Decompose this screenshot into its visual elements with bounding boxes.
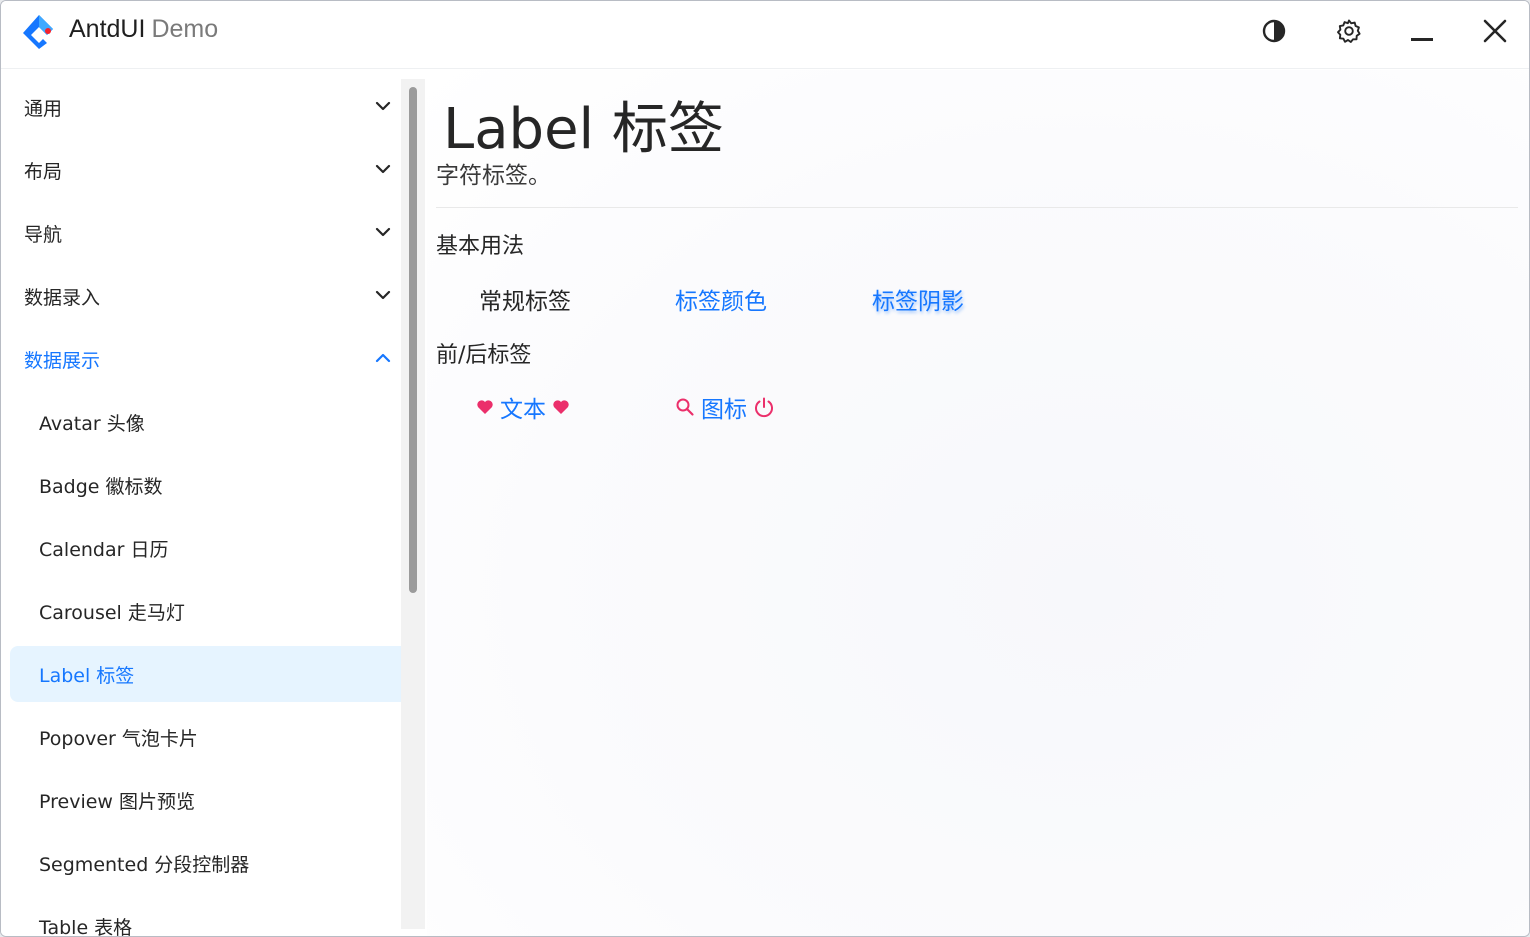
menu-group-data-entry[interactable]: 数据录入 <box>10 268 424 324</box>
label-with-icons: 图标 <box>675 390 775 424</box>
sidebar-menu: 通用 布局 导航 数据录入 数据展示 Avatar 头像 Badge 徽标数 C… <box>1 70 427 937</box>
label-shadow: 标签阴影 <box>872 289 964 315</box>
menu-item-label: 数据展示 <box>24 349 101 372</box>
menu-item-label: Preview 图片预览 <box>39 790 195 813</box>
label-colored: 标签颜色 <box>675 289 767 315</box>
menu-item-label: Carousel 走马灯 <box>39 601 185 624</box>
section-title-basic: 基本用法 <box>436 234 525 259</box>
power-icon <box>755 397 773 418</box>
menu-item-label: 布局 <box>24 160 63 183</box>
app-title-main: AntdUI <box>69 15 146 43</box>
label-text: 图标 <box>701 397 747 423</box>
chevron-down-icon <box>375 101 391 111</box>
chevron-down-icon <box>375 227 391 237</box>
menu-item-label: Badge 徽标数 <box>39 475 163 498</box>
menu-item-label: 数据录入 <box>24 286 101 309</box>
app-title: AntdUI Demo <box>69 15 218 44</box>
title-bar: AntdUI Demo <box>1 1 1529 69</box>
menu-group-general[interactable]: 通用 <box>10 79 424 135</box>
minimize-button[interactable] <box>1396 9 1448 53</box>
menu-item-label: Popover 气泡卡片 <box>39 727 198 750</box>
search-icon <box>676 398 694 416</box>
theme-toggle-button[interactable] <box>1248 9 1300 53</box>
theme-toggle-icon <box>1262 19 1286 43</box>
menu-item-label: 导航 <box>24 223 63 246</box>
menu-group-data-display[interactable]: 数据展示 <box>10 331 424 387</box>
menu-item-label: 通用 <box>24 97 63 120</box>
heart-icon <box>477 400 493 414</box>
menu-item-carousel[interactable]: Carousel 走马灯 <box>10 583 424 639</box>
page-description: 字符标签。 <box>436 163 551 189</box>
menu-group-layout[interactable]: 布局 <box>10 142 424 198</box>
menu-item-badge[interactable]: Badge 徽标数 <box>10 457 424 513</box>
app-title-sub: Demo <box>151 15 219 43</box>
chevron-up-icon <box>375 353 391 363</box>
page-title: Label 标签 <box>443 97 724 162</box>
menu-item-label: Avatar 头像 <box>39 412 145 435</box>
label-normal: 常规标签 <box>479 289 571 315</box>
menu-group-navigation[interactable]: 导航 <box>10 205 424 261</box>
divider <box>436 207 1518 208</box>
label-with-hearts: 文本 <box>476 390 570 424</box>
menu-item-label-active[interactable]: Label 标签 <box>10 646 424 702</box>
menu-item-popover[interactable]: Popover 气泡卡片 <box>10 709 424 765</box>
menu-item-label: Calendar 日历 <box>39 538 169 561</box>
settings-gear-icon <box>1337 19 1361 43</box>
menu-item-label: Table 表格 <box>39 916 133 937</box>
close-icon <box>1483 19 1507 43</box>
menu-item-label: Segmented 分段控制器 <box>39 853 250 876</box>
menu-item-calendar[interactable]: Calendar 日历 <box>10 520 424 576</box>
heart-icon <box>553 400 569 414</box>
settings-button[interactable] <box>1323 9 1375 53</box>
antd-logo-icon <box>23 15 53 49</box>
app-window: AntdUI Demo 通用 布局 导航 数据录入 数据展示 Avatar 头像… <box>0 0 1530 937</box>
menu-item-preview[interactable]: Preview 图片预览 <box>10 772 424 828</box>
menu-item-avatar[interactable]: Avatar 头像 <box>10 394 424 450</box>
label-text: 文本 <box>500 397 546 423</box>
menu-item-table[interactable]: Table 表格 <box>10 898 424 937</box>
menu-item-label: Label 标签 <box>39 664 135 687</box>
main-content: Label 标签 字符标签。 基本用法 常规标签 标签颜色 标签阴影 前/后标签… <box>427 70 1529 936</box>
minimize-icon <box>1411 38 1433 41</box>
chevron-down-icon <box>375 164 391 174</box>
sidebar-scrollbar-thumb[interactable] <box>409 87 417 593</box>
chevron-down-icon <box>375 290 391 300</box>
close-button[interactable] <box>1469 9 1521 53</box>
section-title-prefix-suffix: 前/后标签 <box>436 343 532 368</box>
menu-item-segmented[interactable]: Segmented 分段控制器 <box>10 835 424 891</box>
